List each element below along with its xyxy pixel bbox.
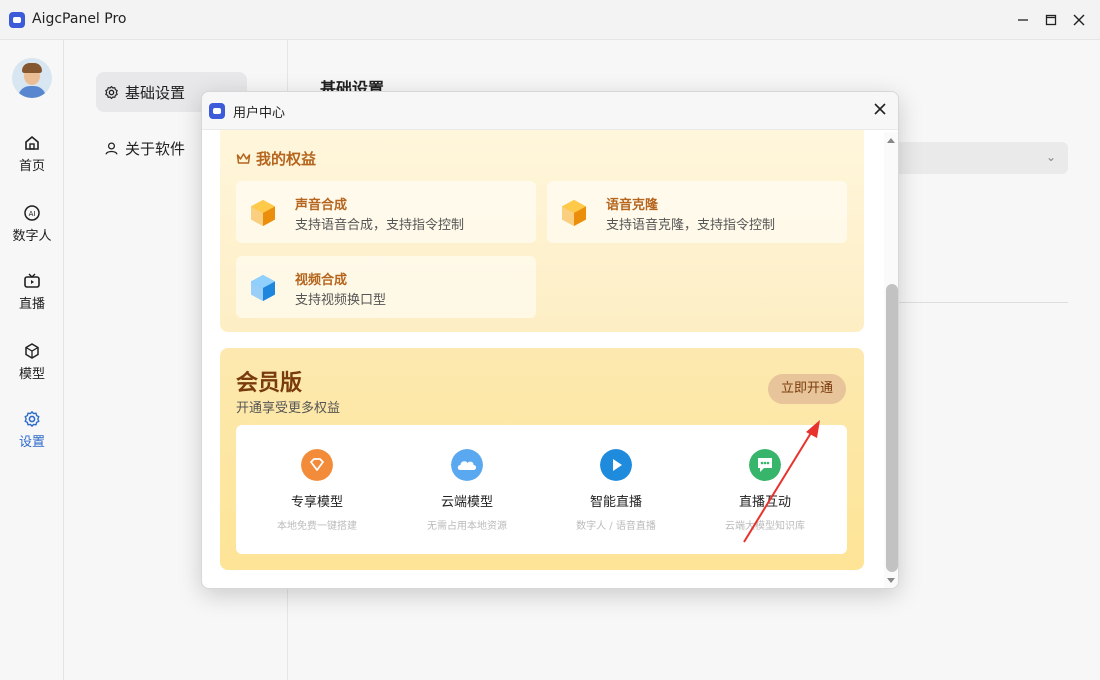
rights-item-voice-synth: 声音合成 支持语音合成，支持指令控制: [236, 181, 536, 243]
rights-item-title: 视频合成: [295, 273, 348, 288]
rights-item-title: 语音克隆: [606, 198, 659, 213]
perk-title: 专享模型: [290, 495, 343, 510]
subscribe-button[interactable]: 立即开通: [768, 374, 846, 404]
play-icon: [600, 449, 632, 481]
rights-title: 我的权益: [236, 148, 316, 169]
app-logo-icon: [9, 12, 25, 28]
rights-item-voice-clone: 语音克隆 支持语音克隆，支持指令控制: [547, 181, 847, 243]
cube-orange-icon: [562, 200, 586, 226]
modal-header: 用户中心: [202, 92, 898, 130]
modal-close-button[interactable]: [870, 99, 890, 121]
maximize-button[interactable]: [1039, 8, 1063, 32]
rights-item-title: 声音合成: [295, 198, 348, 213]
rights-title-text: 我的权益: [256, 150, 317, 168]
rights-item-desc: 支持语音克隆，支持指令控制: [606, 218, 776, 233]
my-rights-card: 我的权益 声音合成 支持语音合成，支持指令控制 语音克隆 支持语音克隆，支持指令…: [220, 130, 864, 332]
perk-desc: 数字人 / 语音直播: [576, 521, 656, 532]
cloud-icon: [451, 449, 483, 481]
title-bar: AigcPanel Pro: [0, 0, 1100, 40]
scrollbar-thumb[interactable]: [886, 284, 898, 572]
annotation-arrow: [743, 420, 820, 543]
perk-exclusive-model: 专享模型 本地免费一键搭建: [242, 425, 392, 554]
close-window-button[interactable]: [1067, 8, 1091, 32]
diamond-icon: [301, 449, 333, 481]
scroll-down-arrow[interactable]: [887, 578, 895, 583]
rights-item-video-synth: 视频合成 支持视频换口型: [236, 256, 536, 318]
perk-desc: 本地免费一键搭建: [277, 521, 357, 532]
perk-desc: 无需占用本地资源: [427, 521, 507, 532]
cube-orange-icon: [251, 200, 275, 226]
perk-cloud-model: 云端模型 无需占用本地资源: [392, 425, 542, 554]
perk-title: 云端模型: [440, 495, 493, 510]
perk-title: 智能直播: [589, 495, 642, 510]
member-title: 会员版: [236, 371, 303, 396]
rights-item-desc: 支持视频换口型: [295, 293, 387, 308]
app-logo-icon: [209, 103, 225, 119]
scroll-up-arrow[interactable]: [887, 138, 895, 143]
window-title: AigcPanel Pro: [32, 11, 127, 27]
perk-smart-live: 智能直播 数字人 / 语音直播: [541, 425, 691, 554]
cube-blue-icon: [251, 275, 275, 301]
crown-icon: [236, 153, 251, 164]
close-icon: [874, 103, 886, 115]
minimize-button[interactable]: [1011, 8, 1035, 32]
rights-item-desc: 支持语音合成，支持指令控制: [295, 218, 465, 233]
modal-scrollbar[interactable]: [884, 132, 898, 588]
modal-title: 用户中心: [233, 106, 286, 121]
member-subtitle: 开通享受更多权益: [236, 401, 341, 416]
